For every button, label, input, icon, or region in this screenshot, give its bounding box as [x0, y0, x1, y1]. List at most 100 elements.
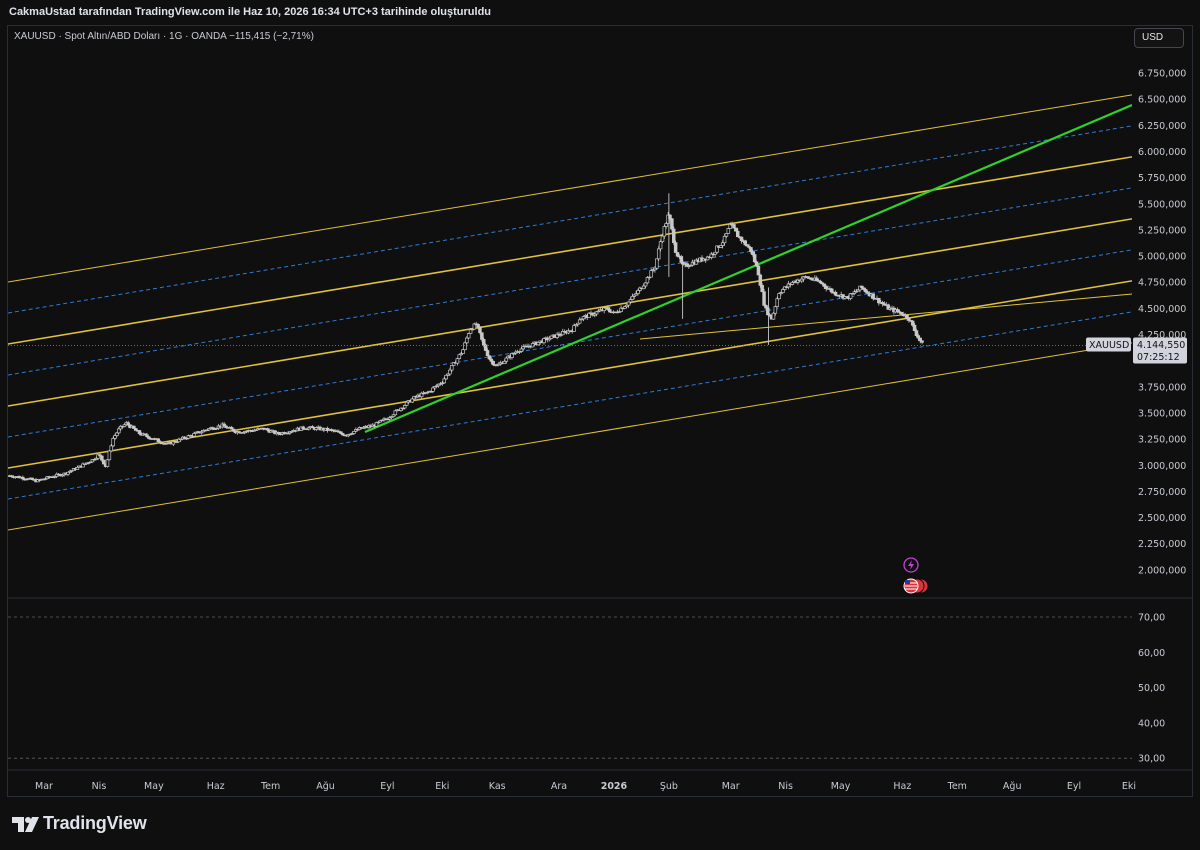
- candle-body: [111, 438, 115, 447]
- candle-body: [754, 261, 759, 267]
- candle-body: [656, 248, 661, 260]
- candle-body: [905, 314, 909, 319]
- candle-body: [641, 285, 646, 290]
- price-tick-label: 2.750,000: [1138, 487, 1186, 498]
- candle-body: [101, 459, 106, 465]
- candle-body: [735, 230, 740, 238]
- candle-body: [833, 291, 838, 296]
- price-tick-label: 5.750,000: [1138, 173, 1186, 184]
- time-tick-label: Eyl: [1067, 781, 1081, 792]
- candle-body: [672, 228, 676, 243]
- symbol-info: XAUUSD · Spot Altın/ABD Doları · 1G · OA…: [14, 31, 227, 42]
- channel-line[interactable]: [8, 342, 1132, 531]
- candle-body: [781, 289, 785, 293]
- candle-body: [628, 299, 633, 303]
- candle-body: [455, 358, 460, 364]
- candle-body: [649, 270, 653, 278]
- price-tick-label: 4.500,000: [1138, 304, 1186, 315]
- oscillator-tick-label: 40,00: [1138, 718, 1165, 729]
- candle-body: [444, 374, 448, 380]
- candle-body: [920, 340, 924, 343]
- chart-canvas[interactable]: XAUUSD 4.144,55007:25:12 6.750,000 6.500,0…: [0, 0, 1200, 800]
- oscillator-tick-label: 50,00: [1138, 683, 1165, 694]
- candle-body: [105, 459, 110, 467]
- candle-body: [758, 274, 763, 286]
- candle-body: [658, 241, 663, 250]
- price-tick-label: 3.750,000: [1138, 382, 1186, 393]
- candle-body: [675, 252, 680, 257]
- candle-body: [132, 425, 136, 429]
- candle-body: [762, 291, 766, 306]
- candle-body: [771, 312, 776, 320]
- candle-body: [393, 410, 398, 416]
- candle-body: [442, 378, 446, 384]
- candle-body: [480, 332, 484, 340]
- candle-body: [756, 265, 761, 276]
- oscillator-tick-label: 60,00: [1138, 648, 1165, 659]
- time-tick-label: Kas: [489, 781, 506, 792]
- candle-body: [720, 242, 725, 246]
- time-tick-label: Tem: [947, 781, 967, 792]
- tradingview-logo: TradingView: [11, 813, 147, 834]
- time-tick-label: Mar: [722, 781, 740, 792]
- candle-body: [457, 354, 462, 359]
- time-axis[interactable]: Mar Nis May Haz Tem Ağu Eyl Eki Kas Ara 2026 Şub Mar…: [35, 781, 1136, 792]
- candle-body: [572, 325, 576, 332]
- candle-body: [660, 235, 665, 243]
- channel-midline-dashed[interactable]: [8, 187, 1132, 376]
- candle-body: [100, 455, 104, 461]
- candle-body: [482, 339, 486, 346]
- time-tick-label: Nis: [92, 781, 107, 792]
- price-tick-label: 6.250,000: [1138, 121, 1186, 132]
- price-tick-label: 4.250,000: [1138, 330, 1186, 341]
- footer: [0, 800, 1200, 850]
- trend-line[interactable]: [364, 103, 1132, 434]
- candle-body: [724, 233, 729, 237]
- oscillator-pane[interactable]: 70,00 60,00 50,00 40,00 30,00: [8, 613, 1165, 765]
- channel-midline-dashed[interactable]: [8, 311, 1132, 500]
- candle-body: [670, 218, 674, 230]
- candle-body: [636, 290, 640, 294]
- candle-body: [764, 305, 768, 309]
- currency-button[interactable]: USD: [1134, 28, 1184, 48]
- time-tick-label: Eki: [1122, 781, 1136, 792]
- candle-body: [463, 342, 467, 351]
- candle-body: [519, 348, 524, 352]
- candle-body: [549, 335, 554, 339]
- channel-midline-dashed[interactable]: [8, 125, 1132, 314]
- candle-body: [760, 285, 764, 293]
- time-tick-label: Mar: [35, 781, 53, 792]
- channel-line[interactable]: [8, 156, 1132, 345]
- candle-body: [577, 319, 582, 324]
- candle-body: [739, 236, 744, 242]
- candle-body: [137, 430, 142, 435]
- candle-body: [871, 293, 875, 299]
- candle-body: [487, 355, 492, 360]
- candle-body: [814, 277, 819, 281]
- candle-body: [465, 337, 469, 344]
- time-tick-label: Ağu: [316, 781, 335, 792]
- price-pane[interactable]: [8, 94, 1132, 531]
- price-tick-label: 5.500,000: [1138, 199, 1186, 210]
- candle-body: [645, 277, 650, 284]
- candle-body: [722, 235, 727, 244]
- candle-body: [109, 445, 114, 452]
- candle-body: [485, 350, 490, 357]
- price-tick-label: 2.500,000: [1138, 513, 1186, 524]
- price-axis[interactable]: 6.750,000 6.500,000 6.250,000 6.000,000 5.75…: [1138, 69, 1186, 577]
- symbol-legend[interactable]: XAUUSD · Spot Altın/ABD Doları · 1G · OA…: [14, 31, 314, 42]
- price-tick-label: 5.250,000: [1138, 225, 1186, 236]
- candle-body: [192, 433, 196, 437]
- time-tick-label: May: [144, 781, 164, 792]
- price-tick-label: 3.000,000: [1138, 461, 1186, 472]
- channel-line[interactable]: [8, 218, 1132, 407]
- candle-body: [643, 282, 648, 287]
- candle-body: [664, 223, 668, 227]
- candle-body: [830, 288, 834, 293]
- channel-line[interactable]: [8, 94, 1132, 283]
- symbol-tag-label: XAUUSD: [1089, 340, 1129, 351]
- price-tick-label: 6.500,000: [1138, 95, 1186, 106]
- candle-body: [431, 387, 435, 392]
- price-change: −115,415 (−2,71%): [229, 31, 314, 42]
- channel-line[interactable]: [639, 293, 1132, 340]
